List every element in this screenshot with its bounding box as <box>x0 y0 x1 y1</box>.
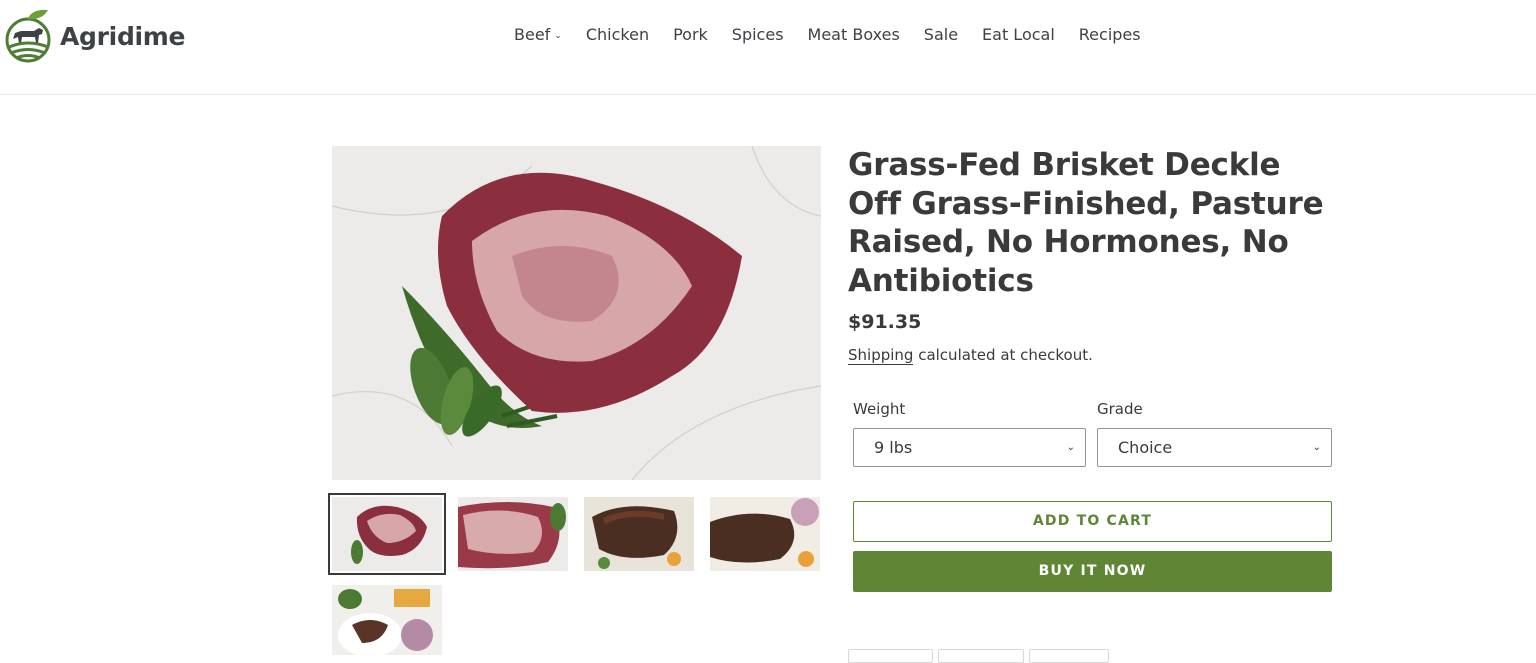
weight-select[interactable]: 9 lbs ⌄ <box>853 428 1086 467</box>
nav-item-meat-boxes[interactable]: Meat Boxes <box>808 25 900 44</box>
brand-name: Agridime <box>60 21 186 51</box>
product-main-image[interactable] <box>332 146 821 480</box>
nav-item-label: Spices <box>731 25 784 44</box>
nav-item-spices[interactable]: Spices <box>732 25 784 44</box>
cow-farm-logo-icon <box>5 9 51 63</box>
grade-select[interactable]: Choice ⌄ <box>1097 428 1332 467</box>
main-nav: Beef ⌄ Chicken Pork Spices Meat Boxes Sa… <box>514 25 1141 44</box>
weight-select-value: 9 lbs <box>874 438 913 457</box>
add-to-cart-button[interactable]: ADD TO CART <box>853 501 1332 542</box>
site-header: Agridime Beef ⌄ Chicken Pork Spices Meat… <box>0 0 1536 95</box>
nav-item-label: Recipes <box>1078 25 1141 44</box>
nav-item-beef[interactable]: Beef ⌄ <box>514 25 562 44</box>
chevron-down-icon: ⌄ <box>1066 442 1075 453</box>
nav-item-label: Eat Local <box>982 25 1055 44</box>
shipping-text: calculated at checkout. <box>913 346 1093 364</box>
weight-label: Weight <box>853 400 906 418</box>
product-thumbnail[interactable] <box>710 497 820 571</box>
nav-item-label: Beef <box>514 25 551 44</box>
share-button[interactable] <box>938 649 1024 663</box>
share-button[interactable] <box>1029 649 1109 663</box>
shipping-link[interactable]: Shipping <box>848 346 914 365</box>
product-thumbnail[interactable] <box>458 497 568 571</box>
product-thumbnail[interactable] <box>584 497 694 571</box>
buy-it-now-button[interactable]: BUY IT NOW <box>853 551 1332 592</box>
nav-item-recipes[interactable]: Recipes <box>1079 25 1141 44</box>
brisket-photo <box>332 146 821 480</box>
nav-item-label: Chicken <box>585 25 650 44</box>
nav-item-eat-local[interactable]: Eat Local <box>982 25 1055 44</box>
chevron-down-icon: ⌄ <box>1312 442 1321 453</box>
nav-item-pork[interactable]: Pork <box>673 25 708 44</box>
product-thumbnail[interactable] <box>328 493 446 575</box>
product-title: Grass-Fed Brisket Deckle Off Grass-Finis… <box>848 147 1324 300</box>
brand-logo[interactable]: Agridime <box>4 6 186 66</box>
product-thumbnail[interactable] <box>332 585 442 655</box>
share-button[interactable] <box>848 649 933 663</box>
nav-item-chicken[interactable]: Chicken <box>586 25 649 44</box>
nav-item-sale[interactable]: Sale <box>924 25 958 44</box>
nav-item-label: Pork <box>673 25 708 44</box>
grade-select-value: Choice <box>1118 438 1173 457</box>
product-price: $91.35 <box>848 311 922 333</box>
shipping-note: Shipping calculated at checkout. <box>848 346 1093 365</box>
grade-label: Grade <box>1097 400 1143 418</box>
chevron-down-icon: ⌄ <box>554 30 562 41</box>
nav-item-label: Meat Boxes <box>807 25 900 44</box>
nav-item-label: Sale <box>923 25 959 44</box>
